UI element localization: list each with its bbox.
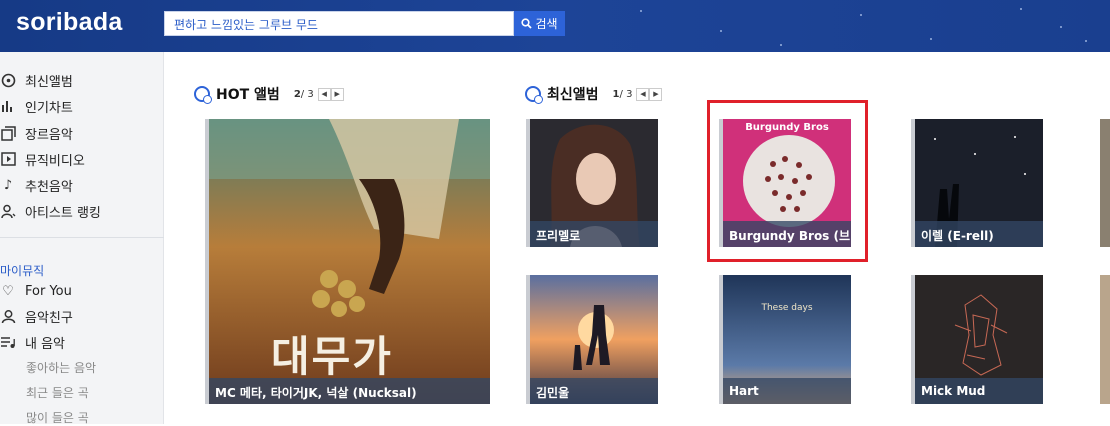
sidebar-item-label: 아티스트 랭킹 xyxy=(25,205,101,221)
hot-section-title: HOT 앨범 xyxy=(216,87,280,103)
album-caption: 프리멜로 xyxy=(530,221,658,247)
sidebar-item-genre[interactable]: 장르음악 xyxy=(0,122,73,144)
sidebar-item-label: For You xyxy=(25,283,72,299)
sidebar-sub-recent[interactable]: 최근 들은 곡 xyxy=(26,384,89,401)
refresh-icon xyxy=(194,86,212,104)
sidebar-item-my-music[interactable]: 내 음악 xyxy=(0,331,65,353)
heart-icon: ♡ xyxy=(2,283,14,299)
page-current: 1 xyxy=(612,88,620,100)
new-pager: 1/ 3 xyxy=(612,88,633,100)
new-disc-icon xyxy=(0,72,16,88)
top-bar: soribada 편하고 느낌있는 그루브 무드 검색 xyxy=(0,0,1110,52)
album-caption: 이렐 (E-rell) xyxy=(915,221,1043,247)
sidebar-item-label: 내 음악 xyxy=(25,336,66,352)
star-decoration xyxy=(720,30,722,32)
sidebar-divider xyxy=(0,237,164,238)
search-value: 편하고 느낌있는 그루브 무드 xyxy=(174,18,318,32)
search-button[interactable]: 검색 xyxy=(514,11,565,36)
refresh-icon xyxy=(525,86,543,104)
user-rank-icon xyxy=(0,203,16,219)
sidebar-item-label: 추천음악 xyxy=(25,179,73,195)
page-total: 3 xyxy=(626,88,633,100)
sidebar-item-label: 장르음악 xyxy=(25,127,73,143)
album-caption: 김민울 xyxy=(530,378,658,404)
stack-icon xyxy=(0,125,16,141)
sidebar-item-for-you[interactable]: ♡ For You xyxy=(0,280,72,302)
star-decoration xyxy=(640,10,642,12)
sidebar-sub-liked[interactable]: 좋아하는 음악 xyxy=(26,359,96,376)
album-caption: MC 메타, 타이거JK, 넉살 (Nucksal) xyxy=(209,378,490,404)
sidebar-item-friends[interactable]: 음악친구 xyxy=(0,305,73,327)
sidebar-item-new-albums[interactable]: 최신앨범 xyxy=(0,69,73,91)
play-box-icon xyxy=(0,151,16,167)
star-decoration xyxy=(1020,8,1022,10)
new-album-card[interactable]: Mick Mud xyxy=(911,275,1043,404)
star-decoration xyxy=(1085,40,1087,42)
hot-pager: 2/ 3 xyxy=(293,88,314,100)
star-decoration xyxy=(930,38,932,40)
search-icon xyxy=(521,18,533,29)
music-note-icon: ♪ xyxy=(3,177,13,193)
partial-album-card[interactable] xyxy=(1100,275,1110,404)
playlist-icon xyxy=(0,334,16,350)
star-decoration xyxy=(860,14,862,16)
sidebar-item-artist-ranking[interactable]: 아티스트 랭킹 xyxy=(0,200,101,222)
prev-page-button[interactable]: ◀ xyxy=(317,87,331,101)
new-section-header: 최신앨범 1/ 3 ◀ ▶ xyxy=(525,84,663,104)
hot-album-card[interactable]: 대무가 MC 메타, 타이거JK, 넉살 (Nucksal) xyxy=(205,119,490,404)
album-caption: Mick Mud xyxy=(915,378,1043,404)
page-total: 3 xyxy=(307,88,314,100)
album-caption: Hart xyxy=(723,378,851,404)
selection-highlight xyxy=(707,100,868,262)
new-album-card[interactable]: 이렐 (E-rell) xyxy=(911,119,1043,247)
new-section-title: 최신앨범 xyxy=(547,87,599,103)
star-decoration xyxy=(780,44,782,46)
logo[interactable]: soribada xyxy=(16,8,123,37)
hot-section-header: HOT 앨범 2/ 3 ◀ ▶ xyxy=(194,84,344,104)
search-button-label: 검색 xyxy=(535,17,558,31)
album-cover-title: These days xyxy=(761,303,813,313)
star-decoration xyxy=(1060,26,1062,28)
new-album-card[interactable]: These days Hart xyxy=(719,275,851,404)
album-cover-title: 대무가 xyxy=(271,332,393,381)
sidebar-item-label: 최신앨범 xyxy=(25,74,73,90)
sidebar-item-label: 인기차트 xyxy=(25,100,73,116)
sidebar-sub-most-played[interactable]: 많이 들은 곡 xyxy=(26,409,89,426)
chart-bars-icon xyxy=(0,98,16,114)
new-album-card[interactable]: 김민울 xyxy=(526,275,658,404)
sidebar: 최신앨범 인기차트 장르음악 뮤직비디오 ♪ 추천음악 아티스트 랭킹 마이뮤직… xyxy=(0,52,164,426)
page-current: 2 xyxy=(293,88,301,100)
partial-album-card[interactable] xyxy=(1100,119,1110,247)
my-music-label[interactable]: 마이뮤직 xyxy=(0,262,44,279)
sidebar-item-music-video[interactable]: 뮤직비디오 xyxy=(0,148,85,170)
search-input[interactable]: 편하고 느낌있는 그루브 무드 xyxy=(164,11,514,36)
sidebar-item-label: 뮤직비디오 xyxy=(25,153,85,169)
friends-icon xyxy=(0,308,16,324)
next-page-button[interactable]: ▶ xyxy=(649,87,663,101)
sidebar-item-recommend[interactable]: ♪ 추천음악 xyxy=(0,174,73,196)
next-page-button[interactable]: ▶ xyxy=(330,87,344,101)
sidebar-item-chart[interactable]: 인기차트 xyxy=(0,95,73,117)
prev-page-button[interactable]: ◀ xyxy=(636,87,650,101)
new-album-card[interactable]: 프리멜로 xyxy=(526,119,658,247)
sidebar-item-label: 음악친구 xyxy=(25,310,73,326)
